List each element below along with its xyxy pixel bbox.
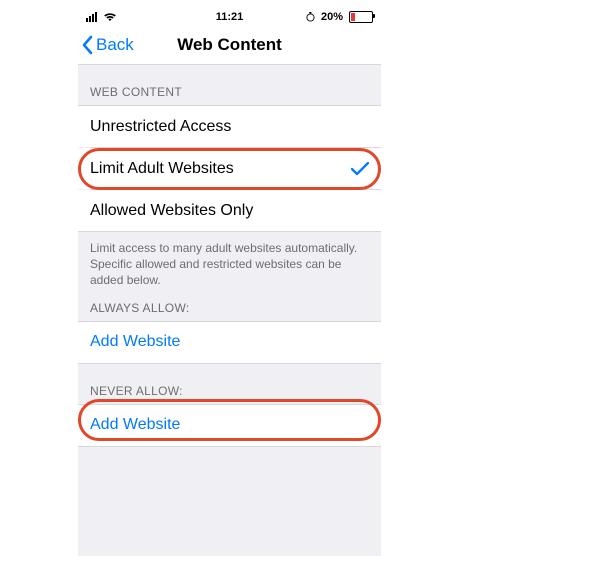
option-label: Limit Adult Websites <box>90 160 234 178</box>
add-website-label: Add Website <box>90 416 180 434</box>
add-website-label: Add Website <box>90 333 180 351</box>
cellular-signal-icon <box>86 12 97 22</box>
add-website-always-allow[interactable]: Add Website <box>78 322 381 363</box>
add-website-never-allow[interactable]: Add Website <box>78 405 381 446</box>
battery-icon <box>349 11 373 23</box>
back-button[interactable]: Back <box>78 35 134 55</box>
option-unrestricted-access[interactable]: Unrestricted Access <box>78 106 381 147</box>
section-footer-web-content: Limit access to many adult websites auto… <box>78 232 381 295</box>
chevron-left-icon <box>82 35 94 55</box>
option-limit-adult-websites[interactable]: Limit Adult Websites <box>78 148 381 189</box>
battery-percent: 20% <box>321 11 343 23</box>
section-header-web-content: WEB CONTENT <box>78 65 381 105</box>
section-header-always-allow: ALWAYS ALLOW: <box>78 295 381 321</box>
checkmark-icon <box>351 162 369 176</box>
phone-screen: 11:21 20% Back Web Content WEB CONTENT U… <box>78 8 381 556</box>
section-header-never-allow: NEVER ALLOW: <box>78 364 381 404</box>
orientation-lock-icon <box>306 12 315 23</box>
option-label: Allowed Websites Only <box>90 202 253 220</box>
option-label: Unrestricted Access <box>90 118 231 136</box>
option-allowed-websites-only[interactable]: Allowed Websites Only <box>78 190 381 231</box>
navigation-bar: Back Web Content <box>78 26 381 64</box>
wifi-icon <box>103 12 117 22</box>
status-bar: 11:21 20% <box>78 8 381 26</box>
back-label: Back <box>96 35 134 55</box>
